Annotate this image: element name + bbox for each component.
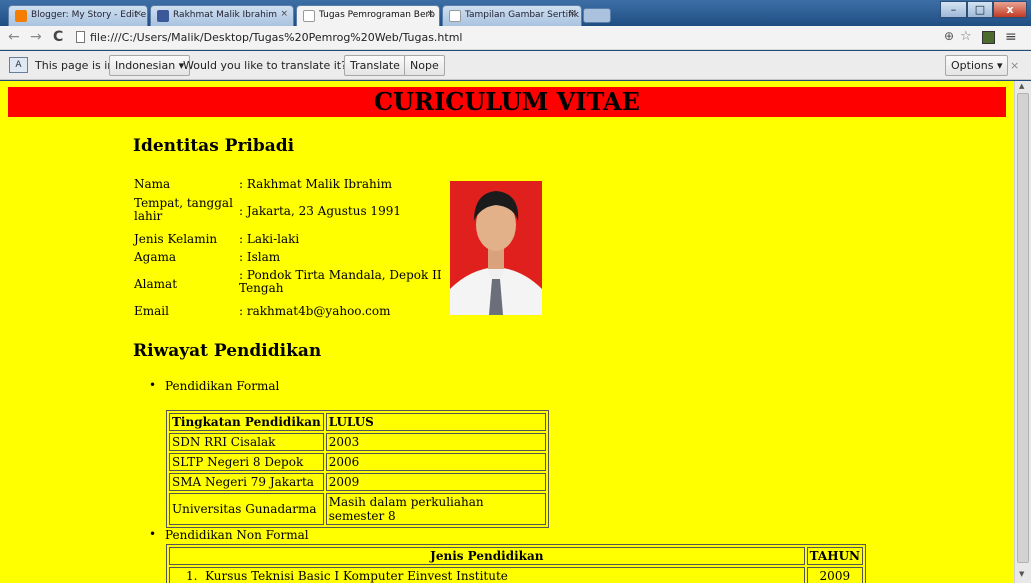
- translate-prefix: This page is in: [35, 59, 115, 72]
- window-close-button[interactable]: x: [993, 1, 1027, 18]
- table-cell: 2009: [325, 473, 546, 491]
- table-header-row: Jenis Pendidikan TAHUN: [169, 547, 863, 565]
- nope-button[interactable]: Nope: [404, 55, 445, 76]
- close-icon[interactable]: ×: [426, 9, 434, 19]
- tab-facebook[interactable]: Rakhmat Malik Ibrahim ×: [150, 5, 294, 26]
- zoom-icon[interactable]: ⊕: [944, 29, 954, 43]
- table-cell: SLTP Negeri 8 Depok: [169, 453, 324, 471]
- url-text: file:///C:/Users/Malik/Desktop/Tugas%20P…: [90, 31, 463, 44]
- identity-label: Tempat, tanggal lahir: [134, 196, 233, 223]
- facebook-icon: [157, 10, 169, 22]
- back-arrow-icon[interactable]: ←: [8, 29, 20, 45]
- section-heading-identitas: Identitas Pribadi: [133, 136, 295, 156]
- page-viewport: CURICULUM VITAE Identitas Pribadi Nama :…: [0, 81, 1014, 583]
- address-bar[interactable]: file:///C:/Users/Malik/Desktop/Tugas%20P…: [76, 28, 976, 48]
- table-cell: Masih dalam perkuliahan semester 8: [325, 493, 546, 525]
- close-icon[interactable]: ×: [280, 9, 288, 19]
- table-cell: SDN RRI Cisalak: [169, 433, 324, 451]
- tab-label: Tugas Pemrograman Berb: [319, 10, 435, 20]
- list-item-label: Pendidikan Non Formal: [165, 528, 309, 542]
- list-item-label: Pendidikan Formal: [165, 379, 280, 393]
- tab-blogger[interactable]: Blogger: My Story - Edit e ×: [8, 5, 148, 26]
- new-tab-button[interactable]: [583, 8, 611, 23]
- page-title: CURICULUM VITAE: [8, 87, 1006, 117]
- window-titlebar: Blogger: My Story - Edit e × Rakhmat Mal…: [0, 0, 1031, 27]
- table-header-cell: TAHUN: [806, 547, 863, 565]
- maximize-button[interactable]: □: [967, 1, 993, 18]
- options-button[interactable]: Options ▾: [945, 55, 1009, 76]
- tab-tugas[interactable]: Tugas Pemrograman Berb ×: [296, 5, 440, 27]
- page-icon: [76, 31, 85, 43]
- page-icon: [303, 10, 315, 22]
- section-heading-pendidikan: Riwayat Pendidikan: [133, 341, 322, 361]
- tab-label: Rakhmat Malik Ibrahim: [173, 10, 278, 20]
- minimize-button[interactable]: –: [940, 1, 967, 18]
- infobar-close-icon[interactable]: ×: [1010, 59, 1019, 72]
- close-icon[interactable]: ×: [134, 9, 142, 19]
- table-cell: 1. Kursus Teknisi Basic I Komputer Einve…: [169, 567, 805, 583]
- page-icon: [449, 10, 461, 22]
- table-header-row: Tingkatan Pendidikan LULUS: [169, 413, 546, 431]
- table-row: 1. Kursus Teknisi Basic I Komputer Einve…: [169, 567, 863, 583]
- translate-infobar: A This page is in Indonesian ▾ Would you…: [0, 51, 1031, 80]
- identity-value: : rakhmat4b@yahoo.com: [239, 304, 391, 318]
- forward-arrow-icon[interactable]: →: [30, 29, 42, 45]
- identity-value: : Rakhmat Malik Ibrahim: [239, 177, 392, 191]
- table-cell: 2006: [325, 453, 546, 471]
- identity-label: Email: [134, 304, 169, 318]
- formal-education-table: Tingkatan Pendidikan LULUS SDN RRI Cisal…: [166, 410, 549, 528]
- identity-label: Jenis Kelamin: [134, 232, 218, 246]
- identity-label: Agama: [134, 250, 177, 264]
- blogger-icon: [15, 10, 27, 22]
- options-label: Options: [951, 59, 994, 72]
- identity-label: Nama: [134, 177, 171, 191]
- scroll-up-icon[interactable]: ▲: [1019, 82, 1024, 90]
- identity-value: : Islam: [239, 250, 281, 264]
- table-header-cell: Tingkatan Pendidikan: [169, 413, 324, 431]
- table-row: SDN RRI Cisalak 2003: [169, 433, 546, 451]
- translate-button[interactable]: Translate: [344, 55, 406, 76]
- table-cell: 2009: [806, 567, 863, 583]
- identity-value: : Laki-laki: [239, 232, 300, 246]
- language-label: Indonesian: [115, 59, 176, 72]
- scrollbar-thumb[interactable]: [1017, 93, 1029, 563]
- tab-label: Blogger: My Story - Edit e: [31, 10, 147, 20]
- table-cell: SMA Negeri 79 Jakarta: [169, 473, 324, 491]
- chevron-down-icon: ▾: [996, 59, 1003, 72]
- browser-toolbar: ← → C file:///C:/Users/Malik/Desktop/Tug…: [0, 26, 1031, 50]
- table-row: Universitas Gunadarma Masih dalam perkul…: [169, 493, 546, 525]
- profile-photo: [450, 181, 542, 315]
- scroll-down-icon[interactable]: ▼: [1019, 570, 1024, 578]
- menu-icon[interactable]: ≡: [1005, 29, 1017, 45]
- translate-icon: A: [9, 57, 28, 73]
- identity-value: : Pondok Tirta Mandala, Depok II Tengah: [239, 268, 442, 295]
- translate-question: Would you like to translate it?: [183, 59, 347, 72]
- reload-icon[interactable]: C: [53, 29, 63, 45]
- table-header-cell: Jenis Pendidikan: [169, 547, 805, 565]
- language-select[interactable]: Indonesian ▾: [109, 55, 191, 76]
- table-cell: 2003: [325, 433, 546, 451]
- extension-icon[interactable]: [982, 31, 995, 44]
- table-row: SLTP Negeri 8 Depok 2006: [169, 453, 546, 471]
- table-row: SMA Negeri 79 Jakarta 2009: [169, 473, 546, 491]
- tab-label: Tampilan Gambar Sertifik: [465, 10, 579, 20]
- table-cell: Universitas Gunadarma: [169, 493, 324, 525]
- nonformal-education-table: Jenis Pendidikan TAHUN 1. Kursus Teknisi…: [166, 544, 866, 583]
- tab-tampilan[interactable]: Tampilan Gambar Sertifik ×: [442, 5, 582, 26]
- close-icon[interactable]: ×: [568, 9, 576, 19]
- identity-label: Alamat: [134, 277, 178, 291]
- table-header-cell: LULUS: [325, 413, 546, 431]
- star-icon[interactable]: ☆: [960, 29, 972, 44]
- identity-value: : Jakarta, 23 Agustus 1991: [239, 204, 401, 218]
- vertical-scrollbar[interactable]: ▲ ▼: [1014, 81, 1031, 583]
